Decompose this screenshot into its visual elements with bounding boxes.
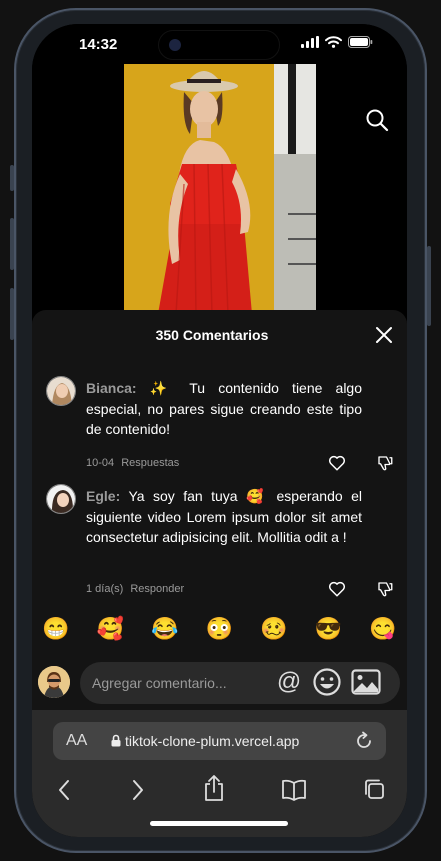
mention-icon[interactable]: @ bbox=[276, 669, 302, 695]
comment-input[interactable]: Agregar comentario... @ bbox=[80, 662, 400, 704]
side-button-action bbox=[10, 165, 14, 191]
forward-icon[interactable] bbox=[130, 778, 146, 802]
emoji-button[interactable]: 😂 bbox=[151, 616, 179, 642]
close-icon[interactable] bbox=[375, 326, 393, 344]
dynamic-island bbox=[158, 30, 280, 60]
status-time: 14:32 bbox=[79, 36, 118, 53]
emoji-quick-bar: 😁 🥰 😂 😳 🥴 😎 😋 bbox=[42, 616, 397, 642]
comment-emoji: 🥰 bbox=[246, 488, 269, 504]
comment-username[interactable]: Bianca: bbox=[86, 380, 137, 396]
dislike-icon[interactable] bbox=[376, 454, 394, 472]
user-avatar[interactable] bbox=[38, 666, 70, 698]
url-text: tiktok-clone-plum.vercel.app bbox=[125, 733, 300, 749]
lock-icon bbox=[111, 734, 121, 747]
status-bar: 14:32 bbox=[32, 24, 407, 64]
browser-toolbar: AA tiktok-clone-plum.vercel.app bbox=[32, 710, 407, 837]
comment-input-bar: Agregar comentario... @ bbox=[38, 662, 404, 704]
wifi-icon bbox=[325, 36, 342, 48]
browser-nav bbox=[32, 772, 407, 808]
side-button-power bbox=[427, 246, 431, 326]
comment-meta: 1 día(s) Responder bbox=[86, 583, 184, 595]
comment-date: 10-04 bbox=[86, 457, 115, 469]
reply-link[interactable]: Responder bbox=[130, 583, 184, 595]
comment-message-start: Ya soy fan tuya bbox=[128, 488, 238, 504]
heart-icon[interactable] bbox=[328, 580, 346, 598]
tabs-icon[interactable] bbox=[363, 778, 385, 800]
emoji-button[interactable]: 😋 bbox=[369, 616, 397, 642]
home-indicator[interactable] bbox=[150, 821, 288, 826]
avatar[interactable] bbox=[46, 376, 76, 406]
bookmarks-icon[interactable] bbox=[281, 778, 307, 802]
search-icon[interactable] bbox=[365, 108, 389, 132]
emoji-button[interactable]: 🥴 bbox=[260, 616, 288, 642]
heart-icon[interactable] bbox=[328, 454, 346, 472]
video-player[interactable] bbox=[32, 64, 407, 324]
comment-meta: 10-04 Respuestas bbox=[86, 457, 179, 469]
reader-settings-button[interactable]: AA bbox=[66, 732, 87, 750]
emoji-button[interactable]: 😁 bbox=[42, 616, 70, 642]
image-icon[interactable] bbox=[351, 669, 381, 695]
comment-date: 1 día(s) bbox=[86, 583, 124, 595]
phone-screen: 14:32 350 Comentarios Bianca: ✨ Tu conte… bbox=[32, 24, 407, 837]
side-button-volume-down bbox=[10, 288, 14, 340]
emoji-button[interactable]: 😎 bbox=[315, 616, 343, 642]
emoji-button[interactable]: 🥰 bbox=[97, 616, 125, 642]
side-button-volume-up bbox=[10, 218, 14, 270]
reload-icon[interactable] bbox=[354, 731, 374, 751]
comment-text: Bianca: ✨ Tu contenido tiene algo especi… bbox=[86, 378, 362, 440]
share-icon[interactable] bbox=[203, 774, 225, 802]
emoji-button[interactable]: 😳 bbox=[206, 616, 234, 642]
comment-item: Egle: Ya soy fan tuya 🥰 esperando el sig… bbox=[46, 484, 393, 612]
camera-icon bbox=[169, 39, 181, 51]
comment-username[interactable]: Egle: bbox=[86, 488, 120, 504]
comment-text: Egle: Ya soy fan tuya 🥰 esperando el sig… bbox=[86, 486, 362, 548]
video-frame-image bbox=[124, 64, 316, 314]
replies-link[interactable]: Respuestas bbox=[121, 457, 179, 469]
signal-icon bbox=[301, 36, 319, 48]
dislike-icon[interactable] bbox=[376, 580, 394, 598]
comments-panel: 350 Comentarios Bianca: ✨ Tu contenido t… bbox=[32, 310, 407, 710]
status-icons bbox=[301, 36, 373, 48]
avatar[interactable] bbox=[46, 484, 76, 514]
back-icon[interactable] bbox=[56, 778, 72, 802]
comment-input-placeholder: Agregar comentario... bbox=[92, 675, 227, 691]
comment-item: Bianca: ✨ Tu contenido tiene algo especi… bbox=[46, 376, 393, 486]
comments-count-title: 350 Comentarios bbox=[155, 327, 269, 343]
address-bar[interactable]: AA tiktok-clone-plum.vercel.app bbox=[53, 722, 386, 760]
battery-icon bbox=[348, 36, 373, 48]
comment-emoji: ✨ bbox=[149, 380, 177, 396]
emoji-picker-icon[interactable] bbox=[312, 667, 342, 697]
